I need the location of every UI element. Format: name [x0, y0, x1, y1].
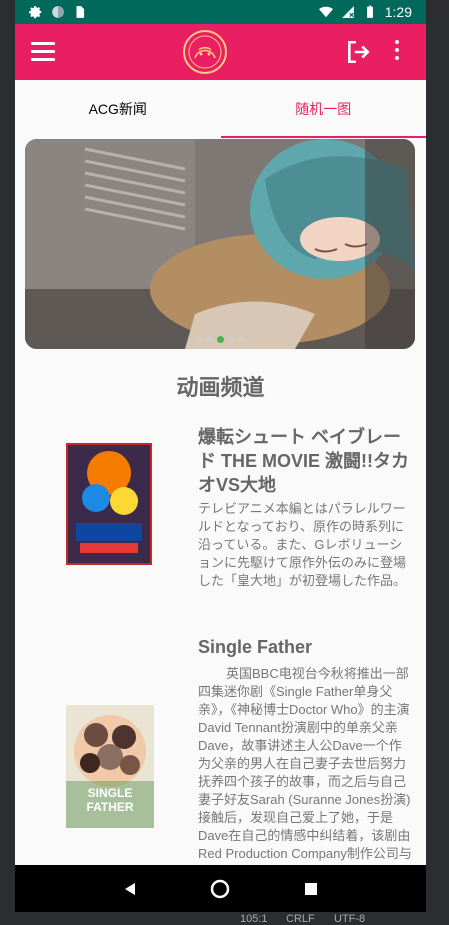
carousel-dot[interactable]: [196, 337, 202, 342]
back-triangle-icon[interactable]: [119, 878, 141, 900]
anime-illustration: [25, 139, 415, 349]
tab-random-image[interactable]: 随机一图: [220, 80, 427, 138]
app-logo: [183, 30, 227, 74]
app-bar: [15, 24, 426, 80]
status-bar: 1:29: [15, 0, 426, 24]
battery-icon: [366, 5, 373, 18]
carousel-indicator: [25, 336, 415, 343]
single-father-poster: SINGLE FATHER: [66, 705, 154, 828]
line-ending[interactable]: CRLF: [286, 913, 315, 925]
file-encoding[interactable]: UTF-8: [334, 913, 365, 925]
item-title: 爆転シュート ベイブレード THE MOVIE 激闘!!タカオVS大地: [198, 427, 409, 495]
anime-item[interactable]: 爆転シュート ベイブレード THE MOVIE 激闘!!タカオVS大地 テレビア…: [15, 420, 426, 620]
wifi-icon: [318, 6, 333, 18]
beyblade-movie-poster: [66, 443, 152, 565]
carousel-dot[interactable]: [228, 337, 234, 342]
gear-icon: [29, 6, 42, 19]
image-carousel[interactable]: [25, 139, 415, 349]
signal-icon: [341, 6, 354, 18]
circle-icon: [52, 6, 64, 18]
system-nav-bar: [15, 865, 426, 912]
ide-status-bar: 105:1 CRLF UTF-8: [0, 912, 449, 925]
section-title: 动画频道: [176, 375, 265, 400]
cursor-position[interactable]: 105:1: [240, 913, 268, 925]
clock: 1:29: [384, 4, 412, 20]
poster-title-line-1: SINGLE: [88, 786, 133, 800]
hamburger-icon[interactable]: [31, 42, 55, 62]
item-description: 英国BBC电视台今秋将推出一部四集迷你剧《Single Father单身父亲》，…: [198, 666, 412, 861]
anime-item[interactable]: SINGLE FATHER Single Father 英国BBC电视台今秋将推…: [15, 635, 426, 865]
sd-card-icon: [76, 6, 85, 18]
more-vert-icon[interactable]: [393, 40, 401, 64]
item-description: テレビアニメ本編とはパラレルワールドとなっており、原作の時系列に沿っている。また…: [198, 501, 407, 588]
android-device: 1:29 ACG新闻 随机一图 动画频道 爆転シュート ベイブレード THE M…: [15, 0, 426, 912]
carousel-dot[interactable]: [238, 337, 244, 342]
home-circle-icon[interactable]: [209, 878, 231, 900]
carousel-dot[interactable]: [206, 337, 212, 342]
item-title: Single Father: [198, 637, 313, 657]
recents-square-icon[interactable]: [300, 878, 322, 900]
tab-acg-news[interactable]: ACG新闻: [15, 80, 221, 138]
poster-title-line-2: FATHER: [86, 800, 133, 814]
logout-icon[interactable]: [345, 39, 371, 65]
carousel-dot-active[interactable]: [216, 336, 224, 343]
tab-bar: ACG新闻 随机一图: [15, 80, 426, 138]
main-content[interactable]: ACG新闻 随机一图 动画频道 爆転シュート ベイブレード THE MOVIE …: [15, 80, 426, 865]
